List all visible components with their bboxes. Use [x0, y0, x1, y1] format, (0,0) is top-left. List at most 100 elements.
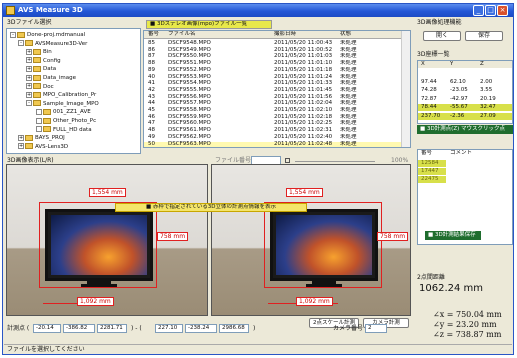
comment-column-header: コメント: [450, 150, 473, 156]
tree-item[interactable]: 001_ZZ1_AVE: [36, 108, 91, 116]
expand-toggle-icon[interactable]: [36, 117, 42, 124]
coords-table-row[interactable]: 97.44 62.10 2.00: [418, 79, 512, 86]
tree-item-label: AVSMeasure3D-Ver: [35, 40, 88, 47]
tree-item-label: BAYS_PROJ: [35, 135, 65, 142]
coords-cell: -2.36: [450, 113, 465, 119]
file-table-row[interactable]: 50 DSCF9563.MPO 2011/05/20 11:02:48 未処理: [144, 140, 410, 147]
tree-item-label: MPO_Calibration_Pr: [43, 92, 97, 99]
distance-label: 2点間距離: [417, 274, 445, 281]
coords-table-row[interactable]: 78.44 -55.67 32.47: [418, 104, 512, 112]
folder-icon: [25, 40, 33, 47]
tree-item-label: Other_Photo_Pc: [53, 118, 97, 124]
coord-separator: ) - (: [131, 325, 142, 332]
tree-item[interactable]: Other_Photo_Pc: [36, 117, 96, 125]
right-measure-box: [264, 202, 382, 288]
comment-table-row[interactable]: 12584: [418, 160, 446, 167]
tree-item[interactable]: FULL_HD data: [36, 126, 92, 134]
file-table-cell: 50: [148, 140, 155, 147]
right-stereo-image[interactable]: 1,554 mm 758 mm 1,092 mm: [211, 164, 411, 316]
folder-icon: [25, 143, 33, 150]
tree-item-label: Sample_Image_MPO: [43, 100, 99, 107]
folder-icon: [33, 57, 41, 64]
folder-icon: [43, 108, 51, 115]
minimize-button[interactable]: _: [473, 5, 484, 16]
tree-item[interactable]: - Sample_Image_MPO: [26, 100, 99, 108]
tree-item[interactable]: + MPO_Calibration_Pr: [26, 91, 96, 99]
coords-cell: 20.19: [480, 95, 496, 102]
coord-y2: -238.24: [185, 324, 217, 333]
coords-cell: 2.00: [480, 78, 493, 85]
expand-toggle-icon[interactable]: [36, 126, 42, 133]
comment-cell: 22475: [421, 176, 439, 182]
coords-label: 3D座標一覧: [417, 51, 450, 58]
tree-item[interactable]: + Data: [26, 65, 56, 73]
comment-column-header: 番号: [421, 150, 433, 156]
tree-item[interactable]: + Config: [26, 57, 61, 65]
open-button[interactable]: 開く: [423, 31, 461, 41]
coords-table-row[interactable]: 72.87 -42.97 20.19: [418, 96, 512, 103]
expand-toggle-icon[interactable]: +: [18, 143, 24, 150]
tree-label: 3Dファイル選択: [7, 19, 52, 26]
tree-item[interactable]: - AVSMeasure3D-Ver: [18, 40, 87, 48]
zoom-slider[interactable]: [295, 161, 375, 162]
save-button[interactable]: 保存: [465, 31, 503, 41]
coords-cell: 72.87: [421, 95, 437, 102]
expand-toggle-icon[interactable]: +: [26, 74, 32, 81]
coords-cell: 32.47: [480, 104, 496, 111]
tree-item[interactable]: + Bin: [26, 48, 52, 56]
expand-toggle-icon[interactable]: -: [26, 100, 32, 107]
save-result-button[interactable]: ■ 3D計測結果保存: [425, 231, 481, 240]
close-button[interactable]: ×: [497, 5, 508, 16]
comment-table-row[interactable]: 17447: [418, 168, 446, 175]
expand-toggle-icon[interactable]: +: [26, 83, 32, 90]
comment-table-row[interactable]: 22475: [418, 176, 446, 183]
coord-end: ): [253, 325, 256, 332]
expand-toggle-icon[interactable]: -: [18, 40, 24, 47]
folder-icon: [17, 31, 25, 38]
right-height-label: 758 mm: [377, 232, 409, 241]
coords-table-header: X Y Z: [418, 61, 512, 68]
comment-table-header: 番号 コメント: [418, 150, 512, 157]
expand-toggle-icon[interactable]: +: [26, 48, 32, 55]
tree-item[interactable]: + Data_image: [26, 74, 76, 82]
file-table-column-header[interactable]: ファイル名: [168, 31, 196, 38]
expand-toggle-icon[interactable]: -: [10, 31, 16, 38]
file-table-scrollbar[interactable]: [401, 31, 410, 147]
folder-icon: [33, 83, 41, 90]
left-stereo-image[interactable]: 1,554 mm 758 mm 1,092 mm: [6, 164, 208, 316]
expand-toggle-icon[interactable]: +: [26, 65, 32, 72]
left-measure-box: [39, 202, 157, 288]
expand-toggle-icon[interactable]: +: [26, 57, 32, 64]
file-table-column-header[interactable]: 番号: [148, 31, 159, 38]
expand-toggle-icon[interactable]: +: [26, 91, 32, 98]
file-table-column-header[interactable]: 撮影日時: [274, 31, 296, 38]
coord-z2: 2986.68: [219, 324, 249, 333]
tree-item[interactable]: - Done-proj.mdmanual: [10, 31, 85, 39]
tree-item-label: Data_image: [43, 75, 77, 81]
left-height-label: 758 mm: [157, 232, 189, 241]
frame-spin-icon[interactable]: [285, 158, 290, 163]
tree-item[interactable]: + Doc: [26, 83, 54, 91]
expand-toggle-icon[interactable]: +: [18, 134, 24, 141]
coords-table[interactable]: X Y Z 97.44 62.10 2.00 74.28 -23.05 3.55 72.87 -42…: [417, 60, 513, 124]
camera-number-select[interactable]: 2: [365, 324, 387, 333]
tree-item[interactable]: + BAYS_PROJ: [18, 134, 65, 142]
coord-x2: 227.10: [155, 324, 183, 333]
coords-table-row[interactable]: 74.28 -23.05 3.55: [418, 87, 512, 94]
expand-toggle-icon[interactable]: [36, 108, 42, 115]
title-bar: AVS Measure 3D _ □ ×: [3, 4, 513, 17]
maximize-button[interactable]: □: [485, 5, 496, 16]
file-table-column-header[interactable]: 状態: [340, 31, 351, 38]
file-table-header: 番号 ファイル名 撮影日時 状態: [144, 31, 410, 39]
file-table[interactable]: 番号 ファイル名 撮影日時 状態 85 DSCF9548.MPO 2011/05/20 1…: [143, 30, 411, 148]
coords-table-row[interactable]: 237.70 -2.36 27.09: [418, 113, 512, 120]
folder-icon: [43, 126, 51, 133]
coords-table-row[interactable]: [418, 70, 512, 77]
tree-item[interactable]: + AVS-Lens3D: [18, 143, 68, 151]
tree-item-label: Doc: [43, 83, 54, 90]
folder-tree[interactable]: - Done-proj.mdmanual - AVSMeasure3D-Ver + Bin…: [6, 28, 141, 154]
file-table-cell: 未処理: [340, 140, 357, 147]
coords-cell: 78.44: [421, 104, 437, 111]
delta-y: ∠y = 23.20 mm: [433, 320, 497, 329]
coords-cell: 3.55: [480, 87, 493, 94]
